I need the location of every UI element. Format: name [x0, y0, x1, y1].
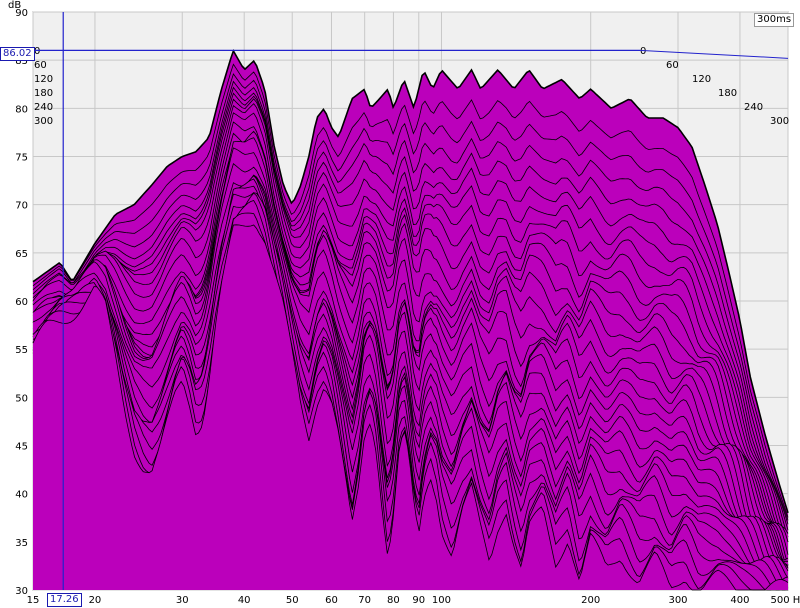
x-tick-label: 70: [358, 595, 371, 606]
z-tick-label-right: 0: [640, 46, 646, 57]
z-tick-label-left: 0: [34, 46, 40, 57]
waterfall-chart: 152030405060708090100200300400500 Hz 303…: [8, 0, 800, 606]
x-tick-label: 200: [581, 595, 600, 606]
x-tick-label: 100: [432, 595, 451, 606]
z-tick-label-left: 300: [34, 116, 53, 127]
x-tick-label: 80: [387, 595, 400, 606]
cursor-y-readout: 86.02: [0, 47, 35, 61]
x-tick-label: 60: [325, 595, 338, 606]
x-axis-ticks: 15 20 30 40 50 60 70 80 90 100 200 300 400 500 Hz: [27, 595, 800, 606]
z-tick-label-right: 300: [770, 116, 789, 127]
x-tick-label: 20: [89, 595, 102, 606]
y-axis-label: dB: [8, 0, 21, 11]
y-tick-label: 60: [15, 297, 28, 308]
z-tick-label-right: 240: [744, 102, 763, 113]
y-tick-label: 80: [15, 104, 28, 115]
z-tick-label-left: 120: [34, 74, 53, 85]
y-tick-label: 55: [15, 345, 28, 356]
y-tick-label: 30: [15, 586, 28, 597]
z-axis-label: 300ms: [754, 13, 795, 27]
x-tick-label: 90: [412, 595, 425, 606]
y-tick-label: 65: [15, 249, 28, 260]
y-tick-label: 75: [15, 153, 28, 164]
cursor-x-readout: 17.26: [47, 593, 82, 607]
x-tick-label: 30: [176, 595, 189, 606]
y-tick-label: 70: [15, 201, 28, 212]
x-tick-label: 500 Hz: [770, 595, 800, 606]
z-tick-label-left: 60: [34, 60, 47, 71]
x-tick-label: 40: [238, 595, 251, 606]
z-tick-label-left: 180: [34, 88, 53, 99]
y-tick-label: 50: [15, 393, 28, 404]
x-tick-label: 400: [730, 595, 749, 606]
x-tick-label: 15: [27, 595, 40, 606]
z-tick-label-left: 240: [34, 102, 53, 113]
z-tick-label-right: 120: [692, 74, 711, 85]
x-tick-label: 50: [286, 595, 299, 606]
z-tick-label-right: 180: [718, 88, 737, 99]
y-tick-label: 45: [15, 442, 28, 453]
y-axis-ticks: 30354045505560657075808590: [15, 8, 28, 597]
x-tick-label: 300: [668, 595, 687, 606]
z-tick-label-right: 60: [666, 60, 679, 71]
y-tick-label: 35: [15, 538, 28, 549]
y-tick-label: 40: [15, 490, 28, 501]
